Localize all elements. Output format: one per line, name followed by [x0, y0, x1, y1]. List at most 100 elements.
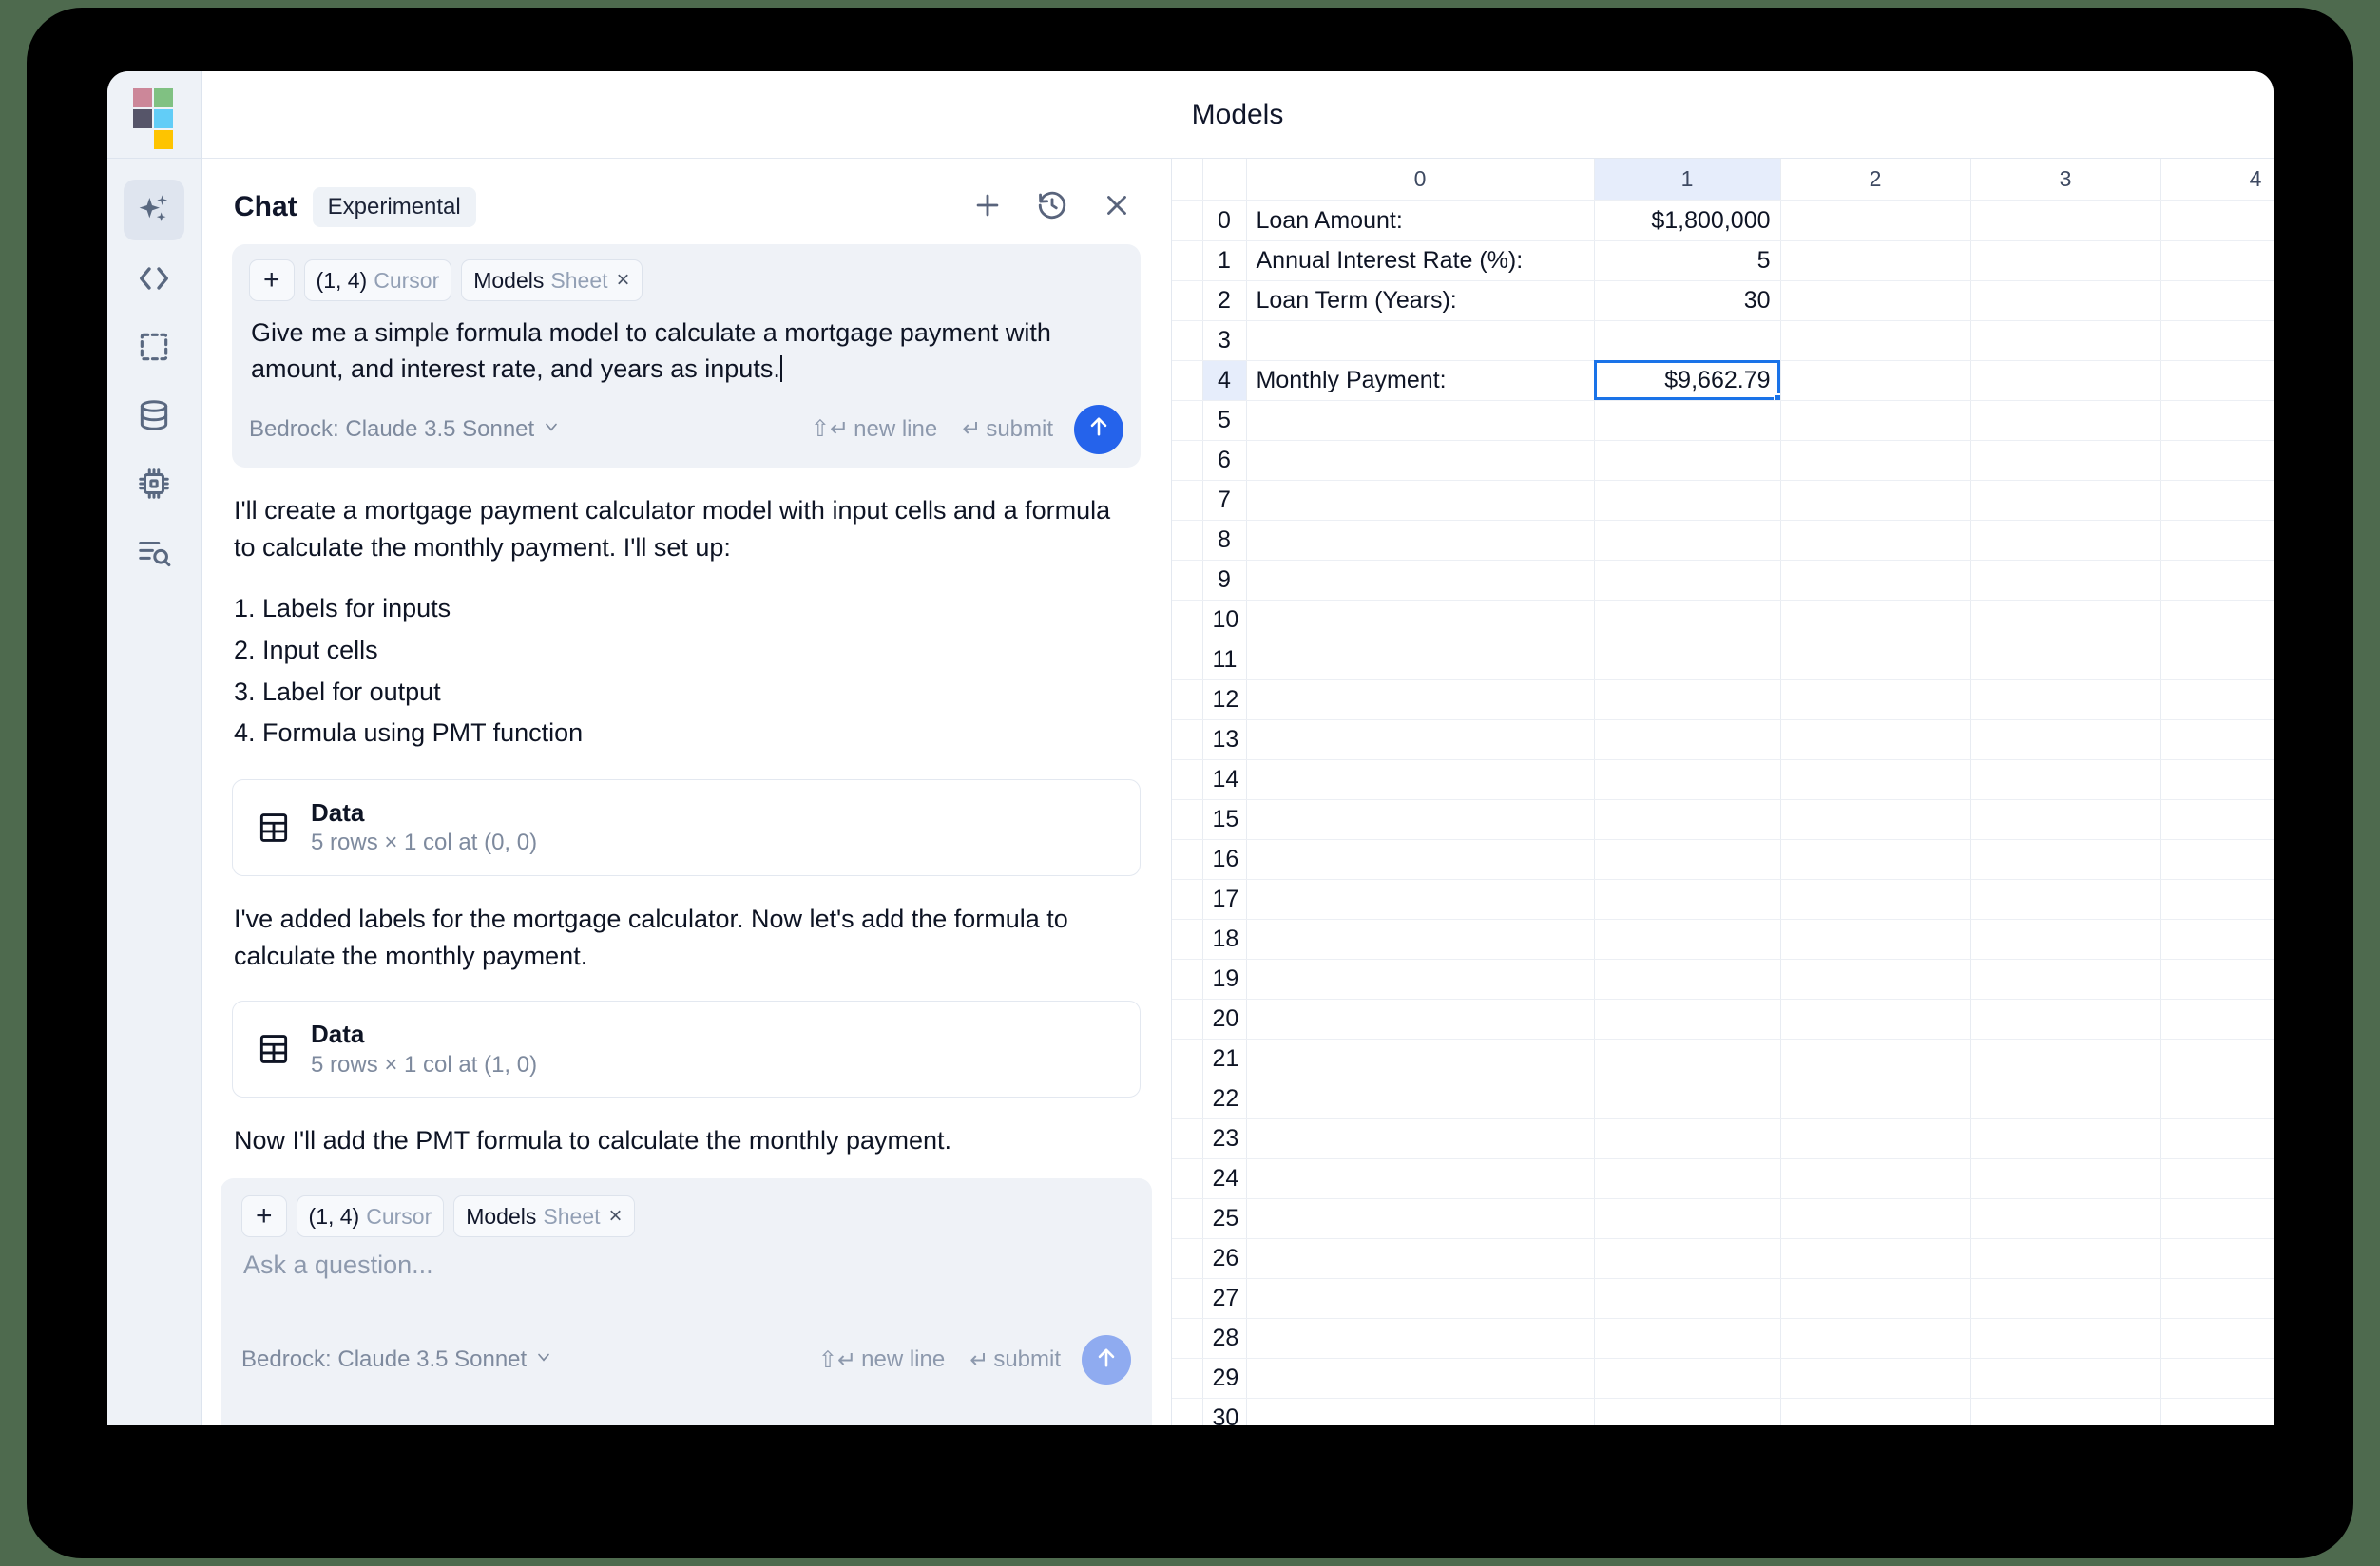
row-header-28[interactable]: 28: [1202, 1318, 1247, 1359]
row-header-5[interactable]: 5: [1202, 400, 1247, 441]
cell-21-3[interactable]: [1970, 1039, 2161, 1079]
cell-15-4[interactable]: [2160, 799, 2274, 840]
cell-26-1[interactable]: [1594, 1238, 1781, 1279]
cell-0-3[interactable]: [1970, 201, 2161, 241]
column-header-1[interactable]: 1: [1594, 159, 1781, 201]
row-header-30[interactable]: 30: [1202, 1398, 1247, 1425]
cell-29-1[interactable]: [1594, 1358, 1781, 1399]
cell-15-3[interactable]: [1970, 799, 2161, 840]
cell-27-3[interactable]: [1970, 1278, 2161, 1319]
table-row[interactable]: 19: [1172, 959, 2274, 1000]
cell-23-0[interactable]: [1246, 1118, 1595, 1159]
cell-14-2[interactable]: [1780, 759, 1971, 800]
cell-19-1[interactable]: [1594, 959, 1781, 1000]
cell-23-3[interactable]: [1970, 1118, 2161, 1159]
cell-1-3[interactable]: [1970, 240, 2161, 281]
cell-20-0[interactable]: [1246, 999, 1595, 1040]
table-row[interactable]: 28: [1172, 1318, 2274, 1359]
spreadsheet-rows[interactable]: 0 Loan Amount: $1,800,000 1 Annual Interest …: [1172, 201, 2274, 1425]
table-row[interactable]: 26: [1172, 1238, 2274, 1279]
cell-9-1[interactable]: [1594, 560, 1781, 601]
cell-9-3[interactable]: [1970, 560, 2161, 601]
cursor-context-chip[interactable]: (1, 4) Cursor: [296, 1195, 445, 1237]
chat-input-field[interactable]: Ask a question...: [241, 1249, 1131, 1282]
table-row[interactable]: 0 Loan Amount: $1,800,000: [1172, 201, 2274, 241]
send-button[interactable]: [1074, 404, 1123, 454]
cell-14-0[interactable]: [1246, 759, 1595, 800]
cell-17-0[interactable]: [1246, 879, 1595, 920]
cell-13-0[interactable]: [1246, 719, 1595, 760]
cell-1-1[interactable]: 5: [1594, 240, 1781, 281]
table-row[interactable]: 11: [1172, 640, 2274, 680]
table-row[interactable]: 1 Annual Interest Rate (%): 5: [1172, 240, 2274, 281]
cell-23-2[interactable]: [1780, 1118, 1971, 1159]
cell-10-4[interactable]: [2160, 600, 2274, 640]
column-header-3[interactable]: 3: [1970, 159, 2161, 201]
cell-21-4[interactable]: [2160, 1039, 2274, 1079]
cell-18-4[interactable]: [2160, 919, 2274, 960]
cursor-context-chip[interactable]: (1, 4) Cursor: [303, 259, 452, 301]
cell-4-4[interactable]: [2160, 360, 2274, 401]
table-row[interactable]: 16: [1172, 839, 2274, 880]
cell-2-4[interactable]: [2160, 280, 2274, 321]
cell-12-4[interactable]: [2160, 679, 2274, 720]
cell-15-0[interactable]: [1246, 799, 1595, 840]
table-row[interactable]: 6: [1172, 440, 2274, 481]
cell-10-3[interactable]: [1970, 600, 2161, 640]
cell-11-4[interactable]: [2160, 640, 2274, 680]
cell-18-1[interactable]: [1594, 919, 1781, 960]
cell-7-1[interactable]: [1594, 480, 1781, 521]
row-header-10[interactable]: 10: [1202, 600, 1247, 640]
sent-message-text[interactable]: Give me a simple formula model to calcul…: [249, 313, 1123, 388]
add-context-button[interactable]: +: [241, 1195, 287, 1237]
row-header-13[interactable]: 13: [1202, 719, 1247, 760]
cell-28-2[interactable]: [1780, 1318, 1971, 1359]
row-header-11[interactable]: 11: [1202, 640, 1247, 680]
table-row[interactable]: 27: [1172, 1278, 2274, 1319]
cell-6-3[interactable]: [1970, 440, 2161, 481]
row-header-12[interactable]: 12: [1202, 679, 1247, 720]
sidebar-item-inspect[interactable]: [124, 522, 184, 582]
row-header-4[interactable]: 4: [1202, 360, 1247, 401]
cell-3-1[interactable]: [1594, 320, 1781, 361]
cell-30-2[interactable]: [1780, 1398, 1971, 1425]
table-row[interactable]: 25: [1172, 1198, 2274, 1239]
cell-4-1[interactable]: $9,662.79: [1594, 360, 1781, 401]
cell-26-2[interactable]: [1780, 1238, 1971, 1279]
row-header-14[interactable]: 14: [1202, 759, 1247, 800]
cell-7-0[interactable]: [1246, 480, 1595, 521]
row-header-8[interactable]: 8: [1202, 520, 1247, 561]
cell-5-4[interactable]: [2160, 400, 2274, 441]
data-card-two[interactable]: Data 5 rows × 1 col at (1, 0): [232, 1001, 1141, 1098]
row-header-26[interactable]: 26: [1202, 1238, 1247, 1279]
chat-history-button[interactable]: [1036, 189, 1068, 226]
row-header-9[interactable]: 9: [1202, 560, 1247, 601]
cell-3-3[interactable]: [1970, 320, 2161, 361]
model-selector[interactable]: Bedrock: Claude 3.5 Sonnet: [249, 416, 561, 443]
cell-3-0[interactable]: [1246, 320, 1595, 361]
row-header-1[interactable]: 1: [1202, 240, 1247, 281]
row-header-18[interactable]: 18: [1202, 919, 1247, 960]
cell-27-2[interactable]: [1780, 1278, 1971, 1319]
cell-28-0[interactable]: [1246, 1318, 1595, 1359]
sheet-context-chip[interactable]: Models Sheet ×: [453, 1195, 635, 1237]
cell-19-2[interactable]: [1780, 959, 1971, 1000]
row-header-19[interactable]: 19: [1202, 959, 1247, 1000]
cell-20-4[interactable]: [2160, 999, 2274, 1040]
cell-14-3[interactable]: [1970, 759, 2161, 800]
cell-20-2[interactable]: [1780, 999, 1971, 1040]
grid-corner[interactable]: [1172, 159, 1203, 201]
cell-15-2[interactable]: [1780, 799, 1971, 840]
cell-8-4[interactable]: [2160, 520, 2274, 561]
cell-0-2[interactable]: [1780, 201, 1971, 241]
cell-22-4[interactable]: [2160, 1079, 2274, 1119]
table-row[interactable]: 7: [1172, 480, 2274, 521]
table-row[interactable]: 8: [1172, 520, 2274, 561]
cell-18-2[interactable]: [1780, 919, 1971, 960]
cell-19-0[interactable]: [1246, 959, 1595, 1000]
sheet-context-chip[interactable]: Models Sheet ×: [461, 259, 643, 301]
cell-3-2[interactable]: [1780, 320, 1971, 361]
row-header-20[interactable]: 20: [1202, 999, 1247, 1040]
table-row[interactable]: 2 Loan Term (Years): 30: [1172, 280, 2274, 321]
cell-9-0[interactable]: [1246, 560, 1595, 601]
